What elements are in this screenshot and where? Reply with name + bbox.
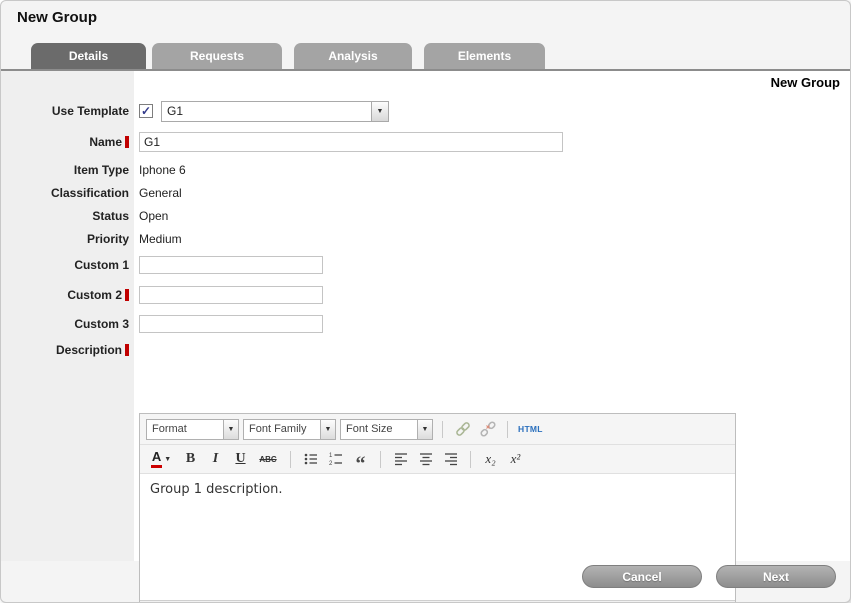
custom3-input[interactable] bbox=[139, 315, 323, 333]
font-color-icon[interactable]: A ▼ bbox=[146, 449, 176, 470]
align-center-icon[interactable] bbox=[415, 449, 436, 470]
tab-analysis[interactable]: Analysis bbox=[294, 43, 412, 69]
toolbar-separator bbox=[442, 421, 443, 438]
chevron-down-icon: ▼ bbox=[320, 420, 335, 439]
toolbar-separator bbox=[507, 421, 508, 438]
svg-text:2: 2 bbox=[329, 461, 333, 467]
name-label: Name bbox=[1, 135, 131, 149]
classification-value: General bbox=[139, 186, 182, 200]
classification-row: Classification General bbox=[1, 184, 850, 202]
editor-toolbar-row2: A ▼ B I U ABC 12 “ bbox=[140, 445, 735, 474]
description-label: Description bbox=[1, 343, 131, 357]
item-type-label: Item Type bbox=[1, 163, 131, 177]
use-template-label: Use Template bbox=[1, 104, 131, 118]
cancel-button[interactable]: Cancel bbox=[582, 565, 702, 588]
tab-requests[interactable]: Requests bbox=[152, 43, 282, 69]
chevron-down-icon[interactable]: ▼ bbox=[371, 102, 388, 121]
tab-details[interactable]: Details bbox=[31, 43, 146, 69]
name-row: Name bbox=[1, 131, 850, 153]
editor-toolbar-row1: Format ▼ Font Family ▼ Font Size ▼ bbox=[140, 414, 735, 445]
tab-elements[interactable]: Elements bbox=[424, 43, 545, 69]
required-marker bbox=[125, 289, 129, 301]
details-panel: New Group Use Template G1 ▼ Name bbox=[1, 71, 850, 561]
bold-icon[interactable]: B bbox=[180, 449, 201, 470]
numbered-list-icon[interactable]: 12 bbox=[325, 449, 346, 470]
use-template-select[interactable]: G1 ▼ bbox=[161, 101, 389, 122]
font-family-select[interactable]: Font Family ▼ bbox=[243, 419, 336, 440]
blockquote-icon[interactable]: “ bbox=[350, 449, 371, 470]
custom2-row: Custom 2 bbox=[1, 285, 850, 305]
subscript-icon[interactable]: x₂ bbox=[480, 449, 501, 470]
use-template-row: Use Template G1 ▼ bbox=[1, 97, 850, 125]
toolbar-separator bbox=[290, 451, 291, 468]
align-right-icon[interactable] bbox=[440, 449, 461, 470]
item-type-row: Item Type Iphone 6 bbox=[1, 161, 850, 179]
footer-actions: Cancel Next bbox=[582, 565, 836, 588]
format-select[interactable]: Format ▼ bbox=[146, 419, 239, 440]
status-label: Status bbox=[1, 209, 131, 223]
name-input[interactable] bbox=[139, 132, 563, 152]
next-button[interactable]: Next bbox=[716, 565, 836, 588]
italic-icon[interactable]: I bbox=[205, 449, 226, 470]
chevron-down-icon: ▼ bbox=[223, 420, 238, 439]
align-left-icon[interactable] bbox=[390, 449, 411, 470]
custom3-row: Custom 3 bbox=[1, 314, 850, 334]
new-group-window: New Group Details Requests Analysis Elem… bbox=[0, 0, 851, 603]
tab-bar: Details Requests Analysis Elements bbox=[31, 43, 545, 69]
underline-icon[interactable]: U bbox=[230, 449, 251, 470]
page-title: New Group bbox=[17, 9, 97, 26]
priority-row: Priority Medium bbox=[1, 230, 850, 248]
chevron-down-icon: ▼ bbox=[417, 420, 432, 439]
custom1-label: Custom 1 bbox=[1, 258, 131, 272]
custom1-row: Custom 1 bbox=[1, 255, 850, 275]
font-size-select[interactable]: Font Size ▼ bbox=[340, 419, 433, 440]
custom3-label: Custom 3 bbox=[1, 317, 131, 331]
description-row: Description bbox=[1, 343, 850, 361]
custom2-input[interactable] bbox=[139, 286, 323, 304]
priority-value: Medium bbox=[139, 232, 182, 246]
bullet-list-icon[interactable] bbox=[300, 449, 321, 470]
required-marker bbox=[125, 136, 129, 148]
classification-label: Classification bbox=[1, 186, 131, 200]
toolbar-separator bbox=[470, 451, 471, 468]
insert-link-icon[interactable] bbox=[452, 419, 473, 440]
unlink-icon[interactable] bbox=[477, 419, 498, 440]
custom2-label: Custom 2 bbox=[1, 288, 131, 302]
svg-text:1: 1 bbox=[329, 453, 333, 459]
use-template-checkbox[interactable] bbox=[139, 104, 153, 118]
status-row: Status Open bbox=[1, 207, 850, 225]
chevron-down-icon: ▼ bbox=[164, 456, 171, 463]
priority-label: Priority bbox=[1, 232, 131, 246]
superscript-icon[interactable]: x² bbox=[505, 449, 526, 470]
html-source-icon[interactable]: HTML bbox=[517, 419, 544, 440]
section-title: New Group bbox=[771, 75, 840, 90]
strikethrough-icon[interactable]: ABC bbox=[255, 449, 281, 470]
custom1-input[interactable] bbox=[139, 256, 323, 274]
toolbar-separator bbox=[380, 451, 381, 468]
status-value: Open bbox=[139, 209, 168, 223]
item-type-value: Iphone 6 bbox=[139, 163, 186, 177]
required-marker bbox=[125, 344, 129, 356]
use-template-selected-value: G1 bbox=[162, 104, 183, 118]
